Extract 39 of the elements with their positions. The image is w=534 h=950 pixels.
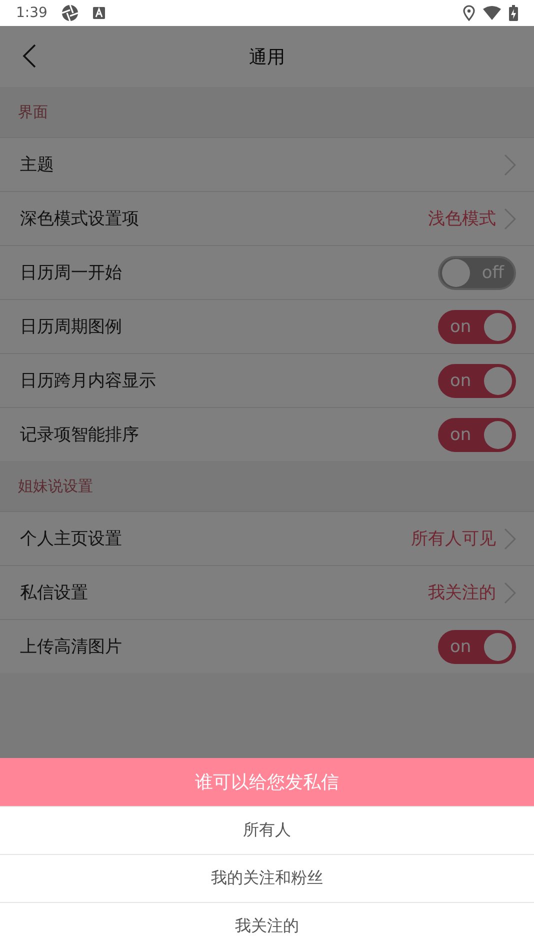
battery-charging-icon xyxy=(509,5,518,21)
toggle-switch[interactable]: on xyxy=(438,310,516,344)
setting-label: 日历跨月内容显示 xyxy=(20,370,156,392)
wifi-icon xyxy=(483,6,501,20)
location-icon xyxy=(463,5,475,21)
settings-row[interactable]: 日历周期图例 on xyxy=(0,299,534,353)
setting-value: 我关注的 xyxy=(428,582,496,604)
settings-row[interactable]: 日历跨月内容显示 on xyxy=(0,353,534,407)
chevron-right-icon xyxy=(504,154,516,176)
toggle-switch[interactable]: on xyxy=(438,630,516,664)
page-title: 通用 xyxy=(249,46,285,68)
font-icon xyxy=(93,7,106,19)
back-icon[interactable] xyxy=(22,44,36,68)
settings-row[interactable]: 私信设置 我关注的 xyxy=(0,565,534,619)
settings-row[interactable]: 个人主页设置 所有人可见 xyxy=(0,511,534,565)
setting-label: 日历周期图例 xyxy=(20,316,122,338)
setting-label: 个人主页设置 xyxy=(20,528,122,550)
section-title: 姐妹说设置 xyxy=(18,476,93,496)
setting-label: 私信设置 xyxy=(20,582,88,604)
setting-label: 日历周一开始 xyxy=(20,262,122,284)
chevron-right-icon xyxy=(504,528,516,550)
toggle-switch[interactable]: on xyxy=(438,364,516,398)
setting-label: 主题 xyxy=(20,154,54,176)
settings-row[interactable]: 记录项智能排序 on xyxy=(0,407,534,461)
setting-value: 浅色模式 xyxy=(428,208,496,230)
sheet-title: 谁可以给您发私信 xyxy=(0,758,534,806)
setting-value: 所有人可见 xyxy=(411,528,496,550)
status-time: 1:39 xyxy=(16,5,48,21)
section-title: 界面 xyxy=(18,102,48,122)
chevron-right-icon xyxy=(504,208,516,230)
settings-row[interactable]: 主题 xyxy=(0,137,534,191)
setting-label: 深色模式设置项 xyxy=(20,208,139,230)
toggle-switch[interactable]: on xyxy=(438,418,516,452)
setting-label: 上传高清图片 xyxy=(20,636,122,658)
setting-label: 记录项智能排序 xyxy=(20,424,139,446)
aperture-icon xyxy=(61,4,80,22)
settings-row[interactable]: 上传高清图片 on xyxy=(0,619,534,673)
chevron-right-icon xyxy=(504,582,516,604)
settings-row[interactable]: 深色模式设置项 浅色模式 xyxy=(0,191,534,245)
